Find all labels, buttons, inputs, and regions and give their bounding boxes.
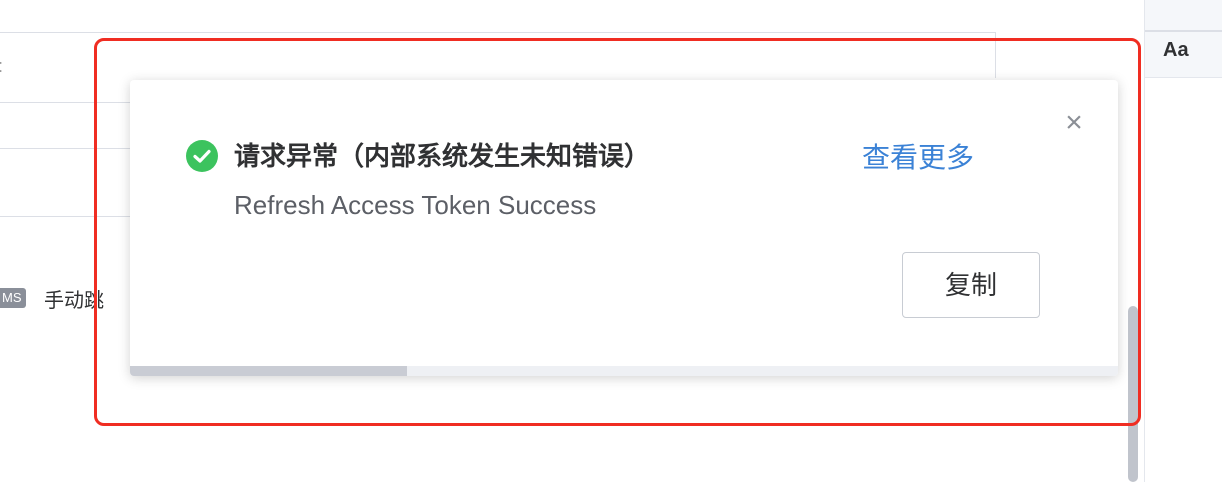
font-style-button[interactable]: Aa	[1145, 32, 1222, 78]
background-divider	[0, 32, 996, 33]
background-label-fragment: :	[0, 56, 3, 77]
ms-tag: MS	[0, 288, 26, 308]
right-panel-header	[1145, 0, 1222, 32]
right-side-panel: Aa	[1144, 0, 1222, 482]
highlight-box	[94, 38, 1141, 426]
